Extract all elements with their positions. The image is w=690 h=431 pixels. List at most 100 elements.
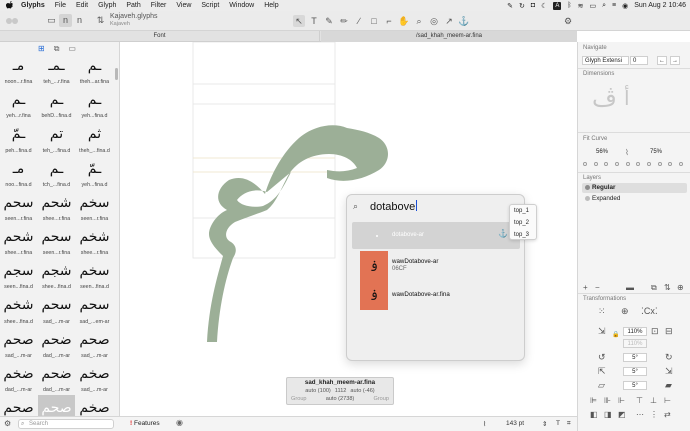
glyph-cell[interactable]: سحم seen...r.fina (0, 190, 37, 224)
glyph-cell[interactable]: ضخم dad_...m-ar (0, 361, 37, 395)
menu-glyph[interactable]: Glyph (98, 2, 116, 9)
glyph-width[interactable]: 1112 (335, 388, 347, 394)
slider-stop[interactable] (678, 162, 683, 166)
settings-icon[interactable]: ⚙ (562, 15, 574, 27)
ruler-icon[interactable]: ⌇ (483, 420, 486, 428)
anchor-tool-icon[interactable]: ⚓ (458, 15, 470, 27)
right-group-label[interactable]: Group (373, 396, 389, 402)
layer-item-expanded[interactable]: Expanded (582, 194, 687, 204)
glyph-cell[interactable]: ـم yeh...fina.d (76, 87, 113, 121)
slider-stop[interactable] (593, 162, 598, 166)
slider-stop[interactable] (583, 162, 587, 166)
hand-tool-icon[interactable]: ✋ (398, 15, 410, 27)
glyph-cell[interactable]: ضحم dad_...m-ar (38, 361, 75, 395)
zoom-tool-icon[interactable]: ⌕ (413, 15, 425, 27)
glyph-cell[interactable]: مـ noo...fina.d (0, 156, 37, 190)
flip-icon[interactable]: ⇄ (664, 410, 671, 419)
slant-field[interactable]: 5° (623, 381, 647, 390)
glyph-search-input[interactable]: ⌕ Search (18, 419, 114, 429)
edit-mode-n-icon[interactable]: n (59, 14, 72, 27)
slant-apply-icon[interactable]: ▰ (665, 380, 672, 391)
menu-path[interactable]: Path (126, 2, 140, 9)
bluetooth-icon[interactable]: ᛒ (567, 2, 571, 9)
glyph-mode-icon[interactable]: ▭ (45, 14, 58, 27)
slider-stop[interactable] (646, 162, 651, 166)
glyph-cell[interactable]: سجم seen...fina.d (0, 258, 37, 292)
anchor-item[interactable]: top_3 (510, 229, 536, 241)
distribute-h-icon[interactable]: ⋯ (636, 410, 644, 419)
glyph-cell[interactable]: سحم sad_...em-ar (76, 292, 113, 326)
glyph-cell[interactable]: سخم seen...fina.d (76, 258, 113, 292)
battery-icon[interactable]: ▭ (589, 2, 596, 10)
knife-tool-icon[interactable]: ⌐ (383, 15, 395, 27)
rotate-field[interactable]: 5° (623, 353, 647, 362)
pen-icon[interactable]: ✎ (507, 2, 513, 10)
tag-icon[interactable]: ⌗ (567, 420, 571, 428)
text-mode-n-icon[interactable]: n (73, 14, 86, 27)
fit-curve-max[interactable]: 75% (645, 148, 667, 157)
slant-icon[interactable]: ▱ (598, 380, 605, 391)
slider-stop[interactable] (625, 162, 630, 166)
origin-grid-icon[interactable]: ⁙ (598, 306, 606, 317)
remove-layer-icon[interactable]: − (595, 283, 600, 292)
glyph-cell[interactable]: ضحم dad_...m-ar (38, 327, 75, 361)
left-sidebearing[interactable]: auto (100) (305, 388, 331, 394)
navigate-value-field[interactable]: 0 (630, 56, 648, 65)
align-center-icon[interactable]: ⊪ (604, 396, 611, 405)
highlighted-result[interactable]: dotabove-ar ⚓ (352, 222, 520, 249)
distribute-v-icon[interactable]: ⋮ (650, 410, 658, 419)
glyph-cell[interactable]: تم teh_...fina.d (38, 121, 75, 155)
anchor-item[interactable]: top_2 (510, 217, 536, 229)
menu-edit[interactable]: Edit (76, 2, 88, 9)
glyph-cell[interactable]: صخم sad_...m-ar (76, 361, 113, 395)
slider-stop[interactable] (668, 162, 673, 166)
glyph-cell[interactable]: صحم sad_...m-ar (76, 327, 113, 361)
glyph-cell[interactable]: سحم seen...r.fina (38, 224, 75, 258)
glyph-cell[interactable]: ـم yeh...r.fina (0, 87, 37, 121)
draw-tool-icon[interactable]: ✎ (323, 15, 335, 27)
scale-up-icon[interactable]: ⊡ (651, 326, 659, 337)
layer-order-icon[interactable]: ⇅ (664, 283, 671, 292)
origin-target-icon[interactable]: ⊕ (621, 306, 629, 317)
arrow-left-icon[interactable]: ← (657, 56, 667, 65)
search-icon[interactable]: ⌕ (602, 2, 606, 10)
result-item[interactable]: ۏ wawDotabove-ar.fina (360, 280, 510, 310)
eye-tool-icon[interactable]: ◎ (428, 15, 440, 27)
skew-icon[interactable]: ⇱ (598, 366, 606, 377)
menu-filter[interactable]: Filter (151, 2, 167, 9)
measure-tool-icon[interactable]: ↗ (443, 15, 455, 27)
arrow-right-icon[interactable]: → (670, 56, 680, 65)
right-sidebearing[interactable]: auto (-46) (350, 388, 374, 394)
lock-icon[interactable]: 🔒 (612, 331, 619, 338)
glyph-cell[interactable]: ـم tch_...fina.d (38, 156, 75, 190)
align-right-icon[interactable]: ⊩ (618, 396, 625, 405)
glyph-name-label[interactable]: sad_khah_meem-ar.fina (287, 378, 393, 387)
input-source-badge[interactable]: A (553, 1, 562, 10)
layer-options-icon[interactable]: ⊕ (677, 283, 684, 292)
add-layer-icon[interactable]: + (583, 283, 588, 292)
features-button[interactable]: ! Features (130, 420, 160, 427)
glyph-cell[interactable]: سخم seen...r.fina (76, 190, 113, 224)
glyph-cell[interactable]: ـم theh...ar.fina (76, 53, 113, 87)
fit-curve-min[interactable]: 56% (591, 148, 613, 157)
align-top-icon[interactable]: ⊤ (636, 396, 643, 405)
slider-stop[interactable] (604, 162, 609, 166)
glyph-cell[interactable]: ـمّ peh...fina.d (0, 121, 37, 155)
glyph-cell[interactable]: ثم theh_...fina.d (76, 121, 113, 155)
skew-field[interactable]: 5° (623, 367, 647, 376)
scale-field[interactable]: 110% (623, 327, 647, 336)
moon-icon[interactable]: ☾ (541, 2, 547, 10)
slider-stop[interactable] (636, 162, 641, 166)
navigate-field[interactable]: Glyph Extensi (582, 56, 629, 65)
menu-app-name[interactable]: Glyphs (21, 2, 45, 9)
align-bottom-icon[interactable]: ⊢ (664, 396, 671, 405)
zoom-stepper-icon[interactable]: ⇕ (542, 420, 547, 428)
sync-icon[interactable]: ↻ (519, 2, 525, 10)
scale-icon[interactable]: ⇲ (598, 326, 606, 337)
window-minimize-button[interactable] (12, 18, 18, 24)
subtract-icon[interactable]: ◨ (604, 410, 612, 419)
glyph-cell[interactable]: شحم shee...r.fina (38, 190, 75, 224)
select-tool-icon[interactable]: ↖ (293, 15, 305, 27)
align-left-icon[interactable]: ⊫ (590, 396, 597, 405)
apple-icon[interactable] (5, 0, 15, 11)
